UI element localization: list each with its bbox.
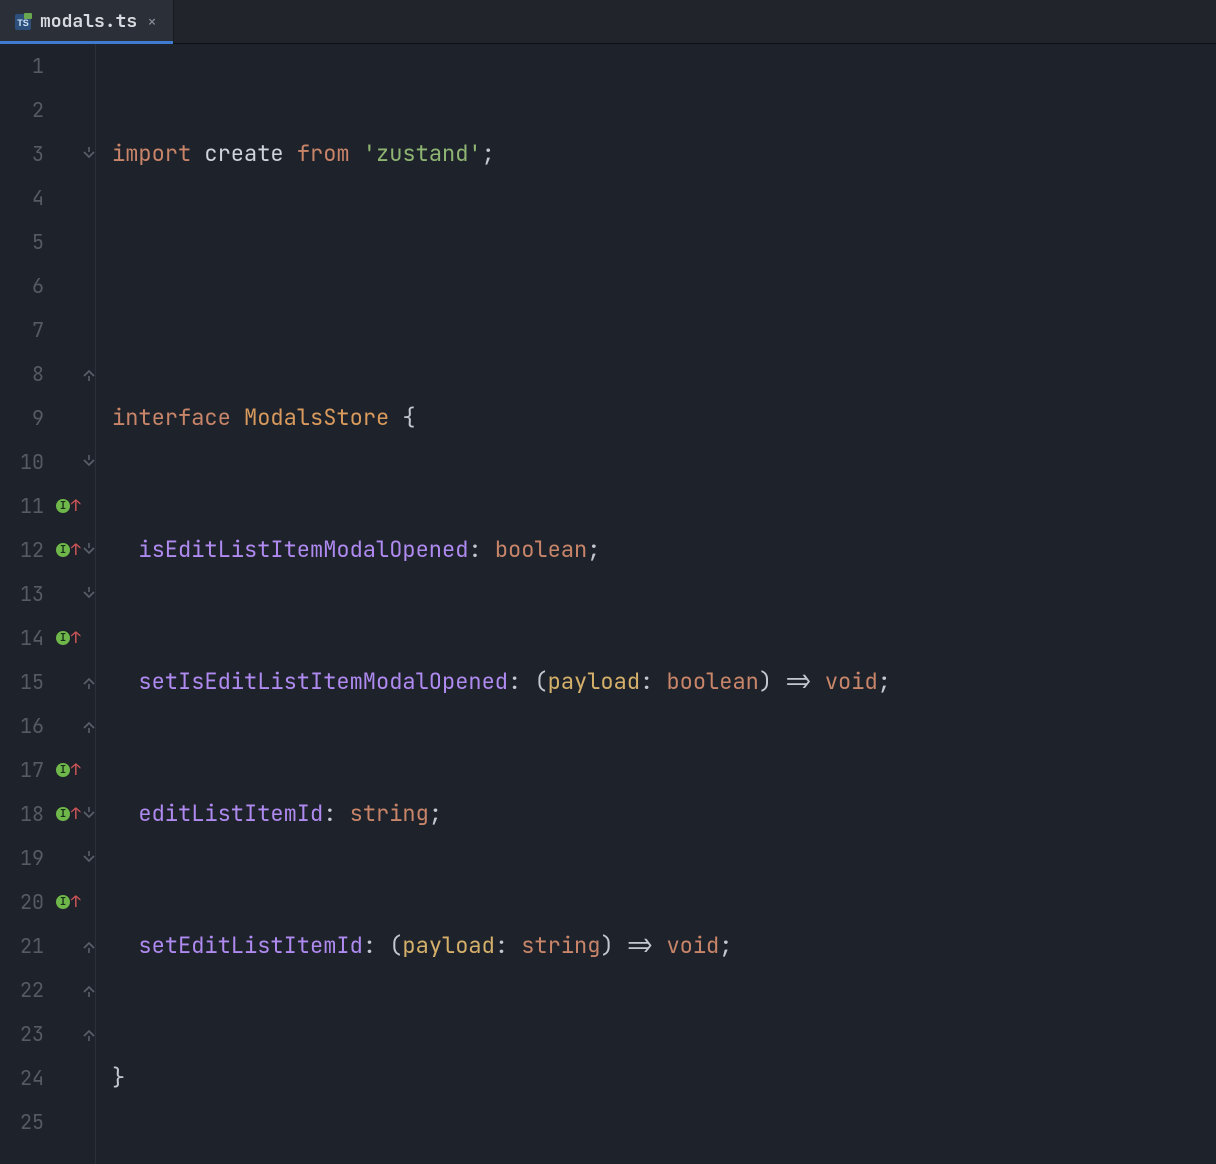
- line-number: 14: [0, 616, 44, 660]
- line-number: 23: [0, 1012, 44, 1056]
- code-area[interactable]: import create from 'zustand'; interface …: [100, 44, 1216, 1164]
- inspection-marker[interactable]: I↑: [56, 616, 81, 660]
- inspection-marker[interactable]: I↑: [56, 748, 81, 792]
- line-number: 25: [0, 1100, 44, 1144]
- fold-close-icon[interactable]: [82, 660, 96, 704]
- arrow-up-icon: ↑: [71, 894, 81, 910]
- implements-icon: I: [56, 895, 70, 909]
- svg-text:TS: TS: [17, 18, 29, 28]
- line-number: 4: [0, 176, 44, 220]
- arrow-up-icon: ↑: [71, 498, 81, 514]
- fold-open-icon[interactable]: [82, 528, 96, 572]
- code-line: [112, 264, 1216, 308]
- implements-icon: I: [56, 807, 70, 821]
- line-number: 20: [0, 880, 44, 924]
- line-number: 5: [0, 220, 44, 264]
- fold-close-icon[interactable]: [82, 704, 96, 748]
- line-number-gutter: 1234567891011121314151617181920212223242…: [0, 44, 54, 1164]
- fold-open-icon[interactable]: [82, 440, 96, 484]
- tab-label: modals.ts: [40, 10, 137, 33]
- implements-icon: I: [56, 763, 70, 777]
- line-number: 11: [0, 484, 44, 528]
- fold-close-icon[interactable]: [82, 924, 96, 968]
- line-number: 10: [0, 440, 44, 484]
- code-line: editListItemId: string;: [112, 792, 1216, 836]
- inspection-marker[interactable]: I↑: [56, 792, 81, 836]
- line-number: 3: [0, 132, 44, 176]
- line-number: 17: [0, 748, 44, 792]
- line-number: 19: [0, 836, 44, 880]
- tab-bar: TS modals.ts ×: [0, 0, 1216, 44]
- line-number: 12: [0, 528, 44, 572]
- line-number: 6: [0, 264, 44, 308]
- line-number: 15: [0, 660, 44, 704]
- fold-open-icon[interactable]: [82, 792, 96, 836]
- line-number: 13: [0, 572, 44, 616]
- code-line: setIsEditListItemModalOpened: (payload: …: [112, 660, 1216, 704]
- implements-icon: I: [56, 543, 70, 557]
- typescript-file-icon: TS: [14, 13, 32, 31]
- line-number: 22: [0, 968, 44, 1012]
- code-line: interface ModalsStore {: [112, 396, 1216, 440]
- line-number: 8: [0, 352, 44, 396]
- line-number: 2: [0, 88, 44, 132]
- line-number: 7: [0, 308, 44, 352]
- code-line: setEditListItemId: (payload: string) => …: [112, 924, 1216, 968]
- line-number: 9: [0, 396, 44, 440]
- implements-icon: I: [56, 499, 70, 513]
- arrow-up-icon: ↑: [71, 542, 81, 558]
- line-number: 24: [0, 1056, 44, 1100]
- code-line: isEditListItemModalOpened: boolean;: [112, 528, 1216, 572]
- fold-close-icon[interactable]: [82, 1012, 96, 1056]
- line-number: 16: [0, 704, 44, 748]
- fold-open-icon[interactable]: [82, 836, 96, 880]
- code-line: import create from 'zustand';: [112, 132, 1216, 176]
- line-number: 18: [0, 792, 44, 836]
- fold-gutter: [82, 44, 96, 1164]
- close-icon[interactable]: ×: [145, 11, 159, 32]
- arrow-up-icon: ↑: [71, 762, 81, 778]
- fold-close-icon[interactable]: [82, 968, 96, 1012]
- tab-modals-ts[interactable]: TS modals.ts ×: [0, 0, 174, 43]
- implements-icon: I: [56, 631, 70, 645]
- line-number: 21: [0, 924, 44, 968]
- inspection-marker[interactable]: I↑: [56, 880, 81, 924]
- marker-gutter: I↑I↑I↑I↑I↑I↑: [54, 44, 82, 1164]
- code-line: }: [112, 1056, 1216, 1100]
- fold-close-icon[interactable]: [82, 352, 96, 396]
- inspection-marker[interactable]: I↑: [56, 484, 81, 528]
- line-number: 1: [0, 44, 44, 88]
- fold-open-icon[interactable]: [82, 132, 96, 176]
- arrow-up-icon: ↑: [71, 630, 81, 646]
- code-editor[interactable]: 1234567891011121314151617181920212223242…: [0, 44, 1216, 1164]
- fold-open-icon[interactable]: [82, 572, 96, 616]
- inspection-marker[interactable]: I↑: [56, 528, 81, 572]
- arrow-up-icon: ↑: [71, 806, 81, 822]
